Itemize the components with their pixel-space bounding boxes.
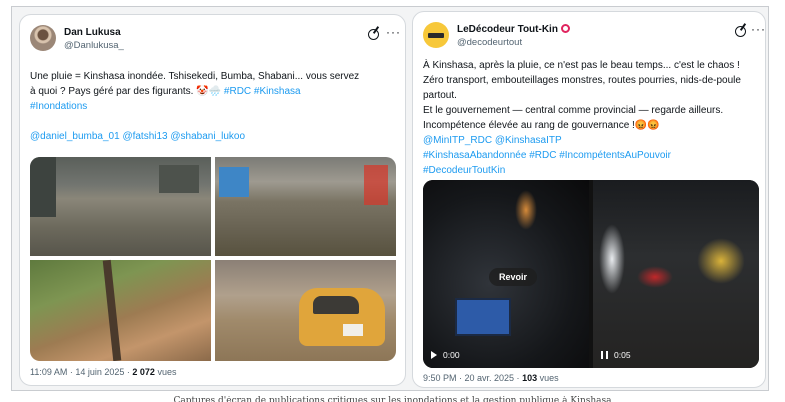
video-player-2[interactable]: 0:05 <box>593 180 759 368</box>
author-name-text: LeDécodeur Tout-Kin <box>457 24 558 35</box>
tweet-text-line: À Kinshasa, après la pluie, ce n'est pas… <box>423 60 740 71</box>
image-caption: Captures d'écran de publications critiqu… <box>173 396 612 402</box>
views-count: 103 <box>522 373 538 383</box>
light-glare <box>515 190 537 230</box>
dashboard-screen <box>455 298 511 336</box>
tweet-text-line: à quoi ? Pays géré par des figurants. 🤡🌧… <box>30 84 398 99</box>
mention-links[interactable]: @MinITP_RDC @KinshasaITP <box>423 133 763 148</box>
tweet-text-line: Une pluie = Kinshasa inondée. Tshisekedi… <box>30 71 360 82</box>
views-label: vues <box>154 367 177 377</box>
tweet-text-line: Et le gouvernement — central comme provi… <box>423 105 724 116</box>
tweet-text: À Kinshasa, après la pluie, ce n'est pas… <box>423 58 763 178</box>
timestamp[interactable]: 9:50 PM · 20 avr. 2025 · <box>423 373 522 383</box>
grok-icon[interactable] <box>735 26 746 37</box>
landslide-photo[interactable] <box>30 260 211 361</box>
flood-street-photo[interactable] <box>30 157 211 256</box>
play-icon[interactable] <box>431 351 437 359</box>
streetlight-glare <box>697 238 745 284</box>
more-options-icon[interactable]: ··· <box>751 22 765 36</box>
logo-mark <box>428 32 444 38</box>
video-time: 0:05 <box>614 350 631 360</box>
avatar[interactable] <box>30 25 56 51</box>
verified-badge-icon <box>560 24 570 33</box>
video-controls[interactable]: 0:05 <box>601 350 631 360</box>
author-handle[interactable]: @Danlukusa_ <box>64 40 124 51</box>
views-label: vues <box>537 373 559 383</box>
author-name[interactable]: Dan Lukusa <box>64 27 121 38</box>
timestamp[interactable]: 11:09 AM · 14 juin 2025 · <box>30 367 132 377</box>
video-time: 0:00 <box>443 350 460 360</box>
tweet-text: Une pluie = Kinshasa inondée. Tshisekedi… <box>30 69 398 144</box>
tweet-text-line: partout. <box>423 90 457 101</box>
author-handle[interactable]: @decodeurtout <box>457 37 522 48</box>
pause-icon[interactable] <box>601 351 608 359</box>
video-controls[interactable]: 0:00 <box>431 350 460 360</box>
author-name[interactable]: LeDécodeur Tout-Kin <box>457 24 570 35</box>
tweet-header: LeDécodeur Tout-Kin @decodeurtout ··· <box>423 22 765 58</box>
more-options-icon[interactable]: ··· <box>386 25 401 39</box>
tweet-header: Dan Lukusa @Danlukusa_ ··· <box>30 25 400 61</box>
yellow-taxi <box>299 288 385 346</box>
hashtag-link[interactable]: #DecodeurToutKin <box>423 163 763 178</box>
views-count: 2 072 <box>132 367 155 377</box>
flooded-market-photo[interactable] <box>215 157 396 256</box>
brake-light <box>637 266 673 288</box>
avatar[interactable] <box>423 22 449 48</box>
mention-links[interactable]: @daniel_bumba_01 @fatshi13 @shabani_luko… <box>30 129 398 144</box>
tweet-text-segment: à quoi ? Pays géré par des figurants. 🤡🌧… <box>30 86 224 97</box>
video-grid[interactable]: Revoir 0:00 0:05 <box>423 180 759 368</box>
hashtag-link[interactable]: #Inondations <box>30 99 398 114</box>
tweet-text-line: Incompétence élevée au rang de gouvernan… <box>423 120 660 131</box>
hashtag-links[interactable]: #RDC #Kinshasa <box>224 86 301 97</box>
hashtag-links[interactable]: #KinshasaAbandonnée #RDC #IncompétentsAu… <box>423 148 763 163</box>
video-player-1[interactable]: Revoir 0:00 <box>423 180 589 368</box>
taxi-in-flood-photo[interactable] <box>215 260 396 361</box>
replay-button[interactable]: Revoir <box>489 268 538 286</box>
photo-grid[interactable] <box>30 157 396 361</box>
headlight-glare <box>599 224 625 294</box>
grok-icon[interactable] <box>368 29 379 40</box>
tweet-meta: 9:50 PM · 20 avr. 2025 · 103 vues <box>423 373 559 383</box>
tweet-card-ledecodeur[interactable]: LeDécodeur Tout-Kin @decodeurtout ··· À … <box>412 11 766 388</box>
tweet-meta: 11:09 AM · 14 juin 2025 · 2 072 vues <box>30 367 176 377</box>
tweet-text-line: Zéro transport, embouteillages monstres,… <box>423 75 741 86</box>
screenshot-frame: Dan Lukusa @Danlukusa_ ··· Une pluie = K… <box>11 6 769 391</box>
tweet-card-dan-lukusa[interactable]: Dan Lukusa @Danlukusa_ ··· Une pluie = K… <box>19 14 406 386</box>
